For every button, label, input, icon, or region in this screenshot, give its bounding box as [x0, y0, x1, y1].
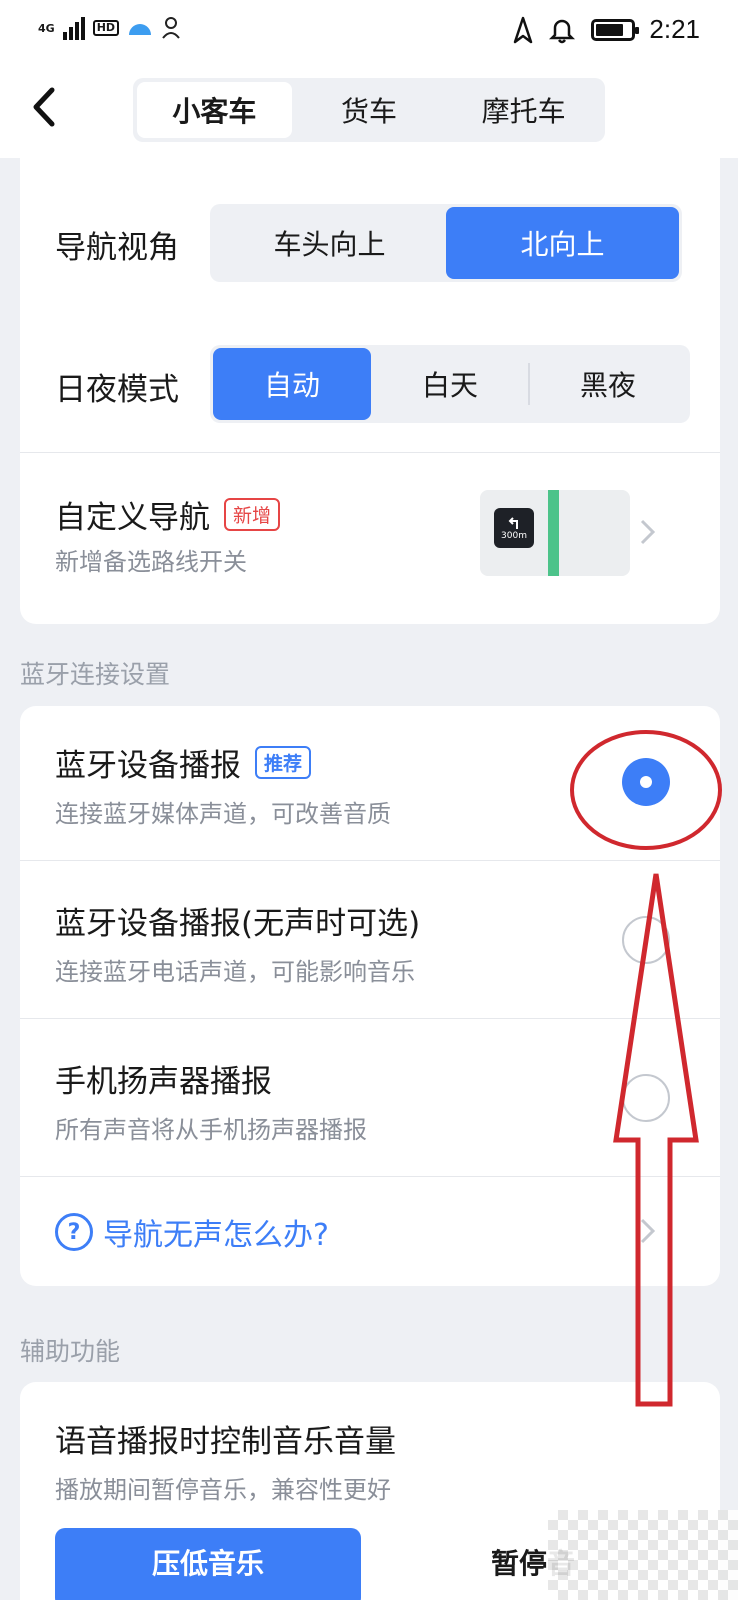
- day-night-auto[interactable]: 自动: [213, 348, 371, 420]
- tab-truck[interactable]: 货车: [292, 82, 447, 138]
- route-preview-thumbnail: 300m: [480, 490, 630, 576]
- cloud-icon: [129, 24, 152, 35]
- custom-nav-title-row[interactable]: 自定义导航 新增: [55, 492, 281, 537]
- speaker-option-title-row[interactable]: 手机扬声器播报: [55, 1056, 272, 1101]
- assist-section-title: 辅助功能: [20, 1337, 121, 1366]
- person-icon: [162, 17, 180, 39]
- back-icon[interactable]: [22, 82, 72, 132]
- custom-nav-subtitle: 新增备选路线开关: [55, 548, 247, 576]
- divider: [20, 1018, 720, 1019]
- route-line: [548, 490, 559, 576]
- custom-nav-title: 自定义导航: [55, 500, 210, 536]
- navigation-arrow-icon: [514, 16, 533, 43]
- help-link[interactable]: ? 导航无声怎么办?: [55, 1210, 329, 1254]
- bt-option-phone-title-row[interactable]: 蓝牙设备播报(无声时可选): [55, 898, 420, 943]
- status-left: 4G HD: [38, 16, 183, 40]
- bt-option-media-title-row[interactable]: 蓝牙设备播报 推荐: [55, 740, 312, 785]
- bt-option-media-radio[interactable]: [622, 758, 670, 806]
- header: 小客车 货车 摩托车: [0, 62, 738, 158]
- divider: [20, 452, 720, 453]
- nav-view-label: 导航视角: [55, 230, 179, 266]
- music-control-title-row: 语音播报时控制音乐音量: [55, 1416, 396, 1461]
- day-night-night[interactable]: 黑夜: [529, 348, 687, 420]
- new-badge: 新增: [224, 498, 281, 531]
- status-bar: 4G HD 2:21: [0, 0, 738, 62]
- speaker-option-radio[interactable]: [622, 1074, 670, 1122]
- clock: 2:21: [649, 14, 700, 44]
- bell-icon: [549, 19, 576, 43]
- bluetooth-card: 蓝牙设备播报 推荐 连接蓝牙媒体声道，可改善音质 蓝牙设备播报(无声时可选) 连…: [20, 706, 720, 1286]
- day-night-segment: 自动 白天 黑夜: [210, 345, 690, 423]
- divider: [20, 1176, 720, 1177]
- bt-option-phone-subtitle: 连接蓝牙电话声道，可能影响音乐: [55, 958, 415, 986]
- nav-view-segment: 车头向上 北向上: [210, 204, 682, 282]
- speaker-option-title: 手机扬声器播报: [55, 1064, 272, 1100]
- speaker-option-subtitle: 所有声音将从手机扬声器播报: [55, 1116, 367, 1144]
- bluetooth-section-title: 蓝牙连接设置: [20, 660, 171, 689]
- help-link-text: 导航无声怎么办?: [103, 1218, 329, 1253]
- vehicle-tabs: 小客车 货车 摩托车: [133, 78, 605, 142]
- music-control-title: 语音播报时控制音乐音量: [55, 1424, 396, 1460]
- tab-car[interactable]: 小客车: [137, 82, 292, 138]
- transparency-patch: [548, 1510, 738, 1600]
- segment-divider: [528, 363, 530, 405]
- recommended-badge: 推荐: [255, 746, 312, 779]
- turn-left-icon: 300m: [494, 508, 534, 548]
- chevron-right-icon[interactable]: [632, 1216, 662, 1246]
- nav-view-heading-up[interactable]: 车头向上: [213, 207, 446, 279]
- hd-badge: HD: [92, 20, 120, 36]
- bt-option-media-title: 蓝牙设备播报: [55, 748, 241, 784]
- turn-distance: 300m: [501, 531, 527, 541]
- status-right: 2:21: [513, 14, 700, 45]
- day-night-label: 日夜模式: [55, 372, 179, 408]
- chevron-right-icon[interactable]: [632, 517, 662, 547]
- bt-option-phone-radio[interactable]: [622, 916, 670, 964]
- signal-icon: [62, 16, 85, 40]
- question-icon: ?: [55, 1213, 93, 1251]
- nav-view-north-up[interactable]: 北向上: [446, 207, 679, 279]
- network-type: 4G: [38, 21, 55, 35]
- lower-music-button[interactable]: 压低音乐: [55, 1528, 361, 1600]
- bt-option-phone-title: 蓝牙设备播报(无声时可选): [55, 906, 421, 942]
- day-night-day[interactable]: 白天: [371, 348, 529, 420]
- divider: [20, 860, 720, 861]
- bt-option-media-subtitle: 连接蓝牙媒体声道，可改善音质: [55, 800, 391, 828]
- battery-icon: [591, 18, 640, 41]
- music-control-subtitle: 播放期间暂停音乐，兼容性更好: [55, 1476, 391, 1504]
- display-settings-card: 导航视角 车头向上 北向上 日夜模式 自动 白天 黑夜 自定义导航 新增 新增备…: [20, 150, 720, 624]
- tab-motorcycle[interactable]: 摩托车: [446, 82, 601, 138]
